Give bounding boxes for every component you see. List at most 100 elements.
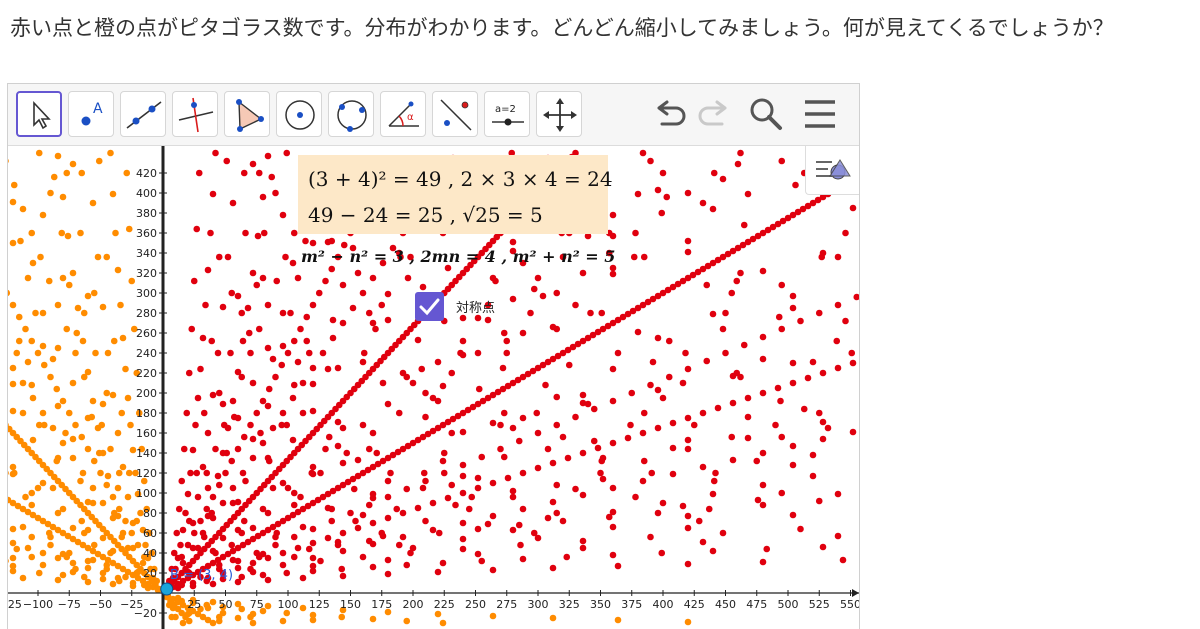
triple-point <box>712 469 719 477</box>
triple-point <box>29 436 37 444</box>
triple-point <box>34 484 42 492</box>
triple-point <box>334 442 342 450</box>
triple-point <box>260 229 268 237</box>
triple-point <box>418 365 426 373</box>
triple-point <box>84 564 92 572</box>
triple-point <box>719 529 727 537</box>
triple-point <box>203 469 211 477</box>
symmetric-points-checkbox[interactable] <box>415 292 444 321</box>
triple-point <box>215 481 223 489</box>
triple-point <box>354 456 362 464</box>
style-bar-toggle[interactable] <box>805 146 859 195</box>
triple-point <box>315 289 323 297</box>
triple-point <box>95 449 103 457</box>
point-tool-button[interactable]: A <box>68 91 114 137</box>
triple-point <box>240 169 248 177</box>
triple-point <box>614 616 622 624</box>
triple-point <box>77 229 84 237</box>
polygon-icon <box>236 99 264 132</box>
triple-point <box>474 525 482 533</box>
move-tool-button[interactable] <box>16 91 62 137</box>
triple-point <box>9 407 17 415</box>
triple-point <box>259 439 267 447</box>
triple-point <box>9 364 17 372</box>
circle-three-points-tool-button[interactable] <box>328 91 374 137</box>
triple-point <box>500 329 508 337</box>
triple-point <box>28 533 36 541</box>
angle-icon: α <box>388 101 419 127</box>
triple-point <box>459 461 467 469</box>
triple-point <box>273 277 281 285</box>
triple-point <box>439 457 447 465</box>
triple-point <box>265 385 273 393</box>
triple-point <box>69 269 77 277</box>
angle-tool-button[interactable]: α <box>380 91 426 137</box>
triple-point <box>339 319 347 327</box>
main-menu-button[interactable] <box>800 94 840 134</box>
y-tick-label: 80 <box>143 507 157 520</box>
graphics-view[interactable]: −125−100−75−50−2525507510012515017520022… <box>8 146 859 629</box>
triple-point <box>639 477 647 485</box>
triple-point <box>627 421 634 429</box>
triple-point <box>215 253 223 261</box>
triple-point <box>178 477 186 485</box>
triple-point <box>97 469 104 477</box>
triple-point <box>519 414 527 422</box>
triple-point <box>699 199 707 207</box>
triple-point <box>439 619 447 627</box>
triple-point <box>182 509 189 517</box>
triple-point <box>303 337 311 345</box>
triple-point <box>28 337 36 345</box>
triple-point <box>365 501 373 509</box>
triple-point <box>19 409 27 417</box>
triple-point <box>379 379 387 387</box>
triple-point <box>515 437 523 445</box>
triple-point <box>214 472 222 480</box>
triple-point <box>503 337 511 345</box>
reflect-tool-button[interactable] <box>432 91 478 137</box>
triple-point <box>39 309 47 317</box>
triple-point <box>587 309 594 317</box>
triple-point <box>834 490 842 498</box>
triple-point <box>204 484 212 492</box>
triple-point <box>719 175 727 183</box>
circle-center-point-tool-button[interactable] <box>276 91 322 137</box>
triple-point <box>207 229 214 237</box>
triple-point <box>549 459 557 467</box>
perpendicular-line-tool-button[interactable] <box>172 91 218 137</box>
triple-point <box>309 380 317 388</box>
triple-point <box>509 487 517 495</box>
triple-point <box>534 429 542 437</box>
triple-point <box>10 181 18 189</box>
x-tick-label: 300 <box>528 598 549 611</box>
triple-point <box>89 484 97 492</box>
y-tick-label: 380 <box>136 207 157 220</box>
triple-point <box>249 524 257 532</box>
triple-point <box>228 289 236 297</box>
triple-point <box>628 389 636 397</box>
move-graphics-view-tool-button[interactable] <box>536 91 582 137</box>
undo-icon <box>657 100 686 126</box>
triple-point <box>699 409 707 417</box>
slider-tool-button[interactable]: a=2 <box>484 91 530 137</box>
triple-point <box>24 274 32 282</box>
triple-point <box>809 472 817 480</box>
x-tick-label: 150 <box>340 598 361 611</box>
y-tick-label: 320 <box>136 267 157 280</box>
triple-point <box>819 435 827 443</box>
triple-point <box>305 349 313 357</box>
triple-point <box>99 534 107 542</box>
triple-point <box>819 543 827 551</box>
polygon-tool-button[interactable] <box>224 91 270 137</box>
point-B[interactable] <box>160 582 174 596</box>
x-tick-label: 375 <box>621 598 642 611</box>
undo-button[interactable] <box>650 94 690 134</box>
triple-point <box>737 269 744 277</box>
triple-point <box>789 442 797 450</box>
triple-point <box>209 547 217 555</box>
geogebra-applet[interactable]: A α a=2 25 −100 −75 −50 −25 25 50 75 100… <box>7 83 860 629</box>
redo-button[interactable] <box>694 94 734 134</box>
line-tool-button[interactable] <box>120 91 166 137</box>
triple-point <box>665 373 673 381</box>
search-button[interactable] <box>746 94 786 134</box>
